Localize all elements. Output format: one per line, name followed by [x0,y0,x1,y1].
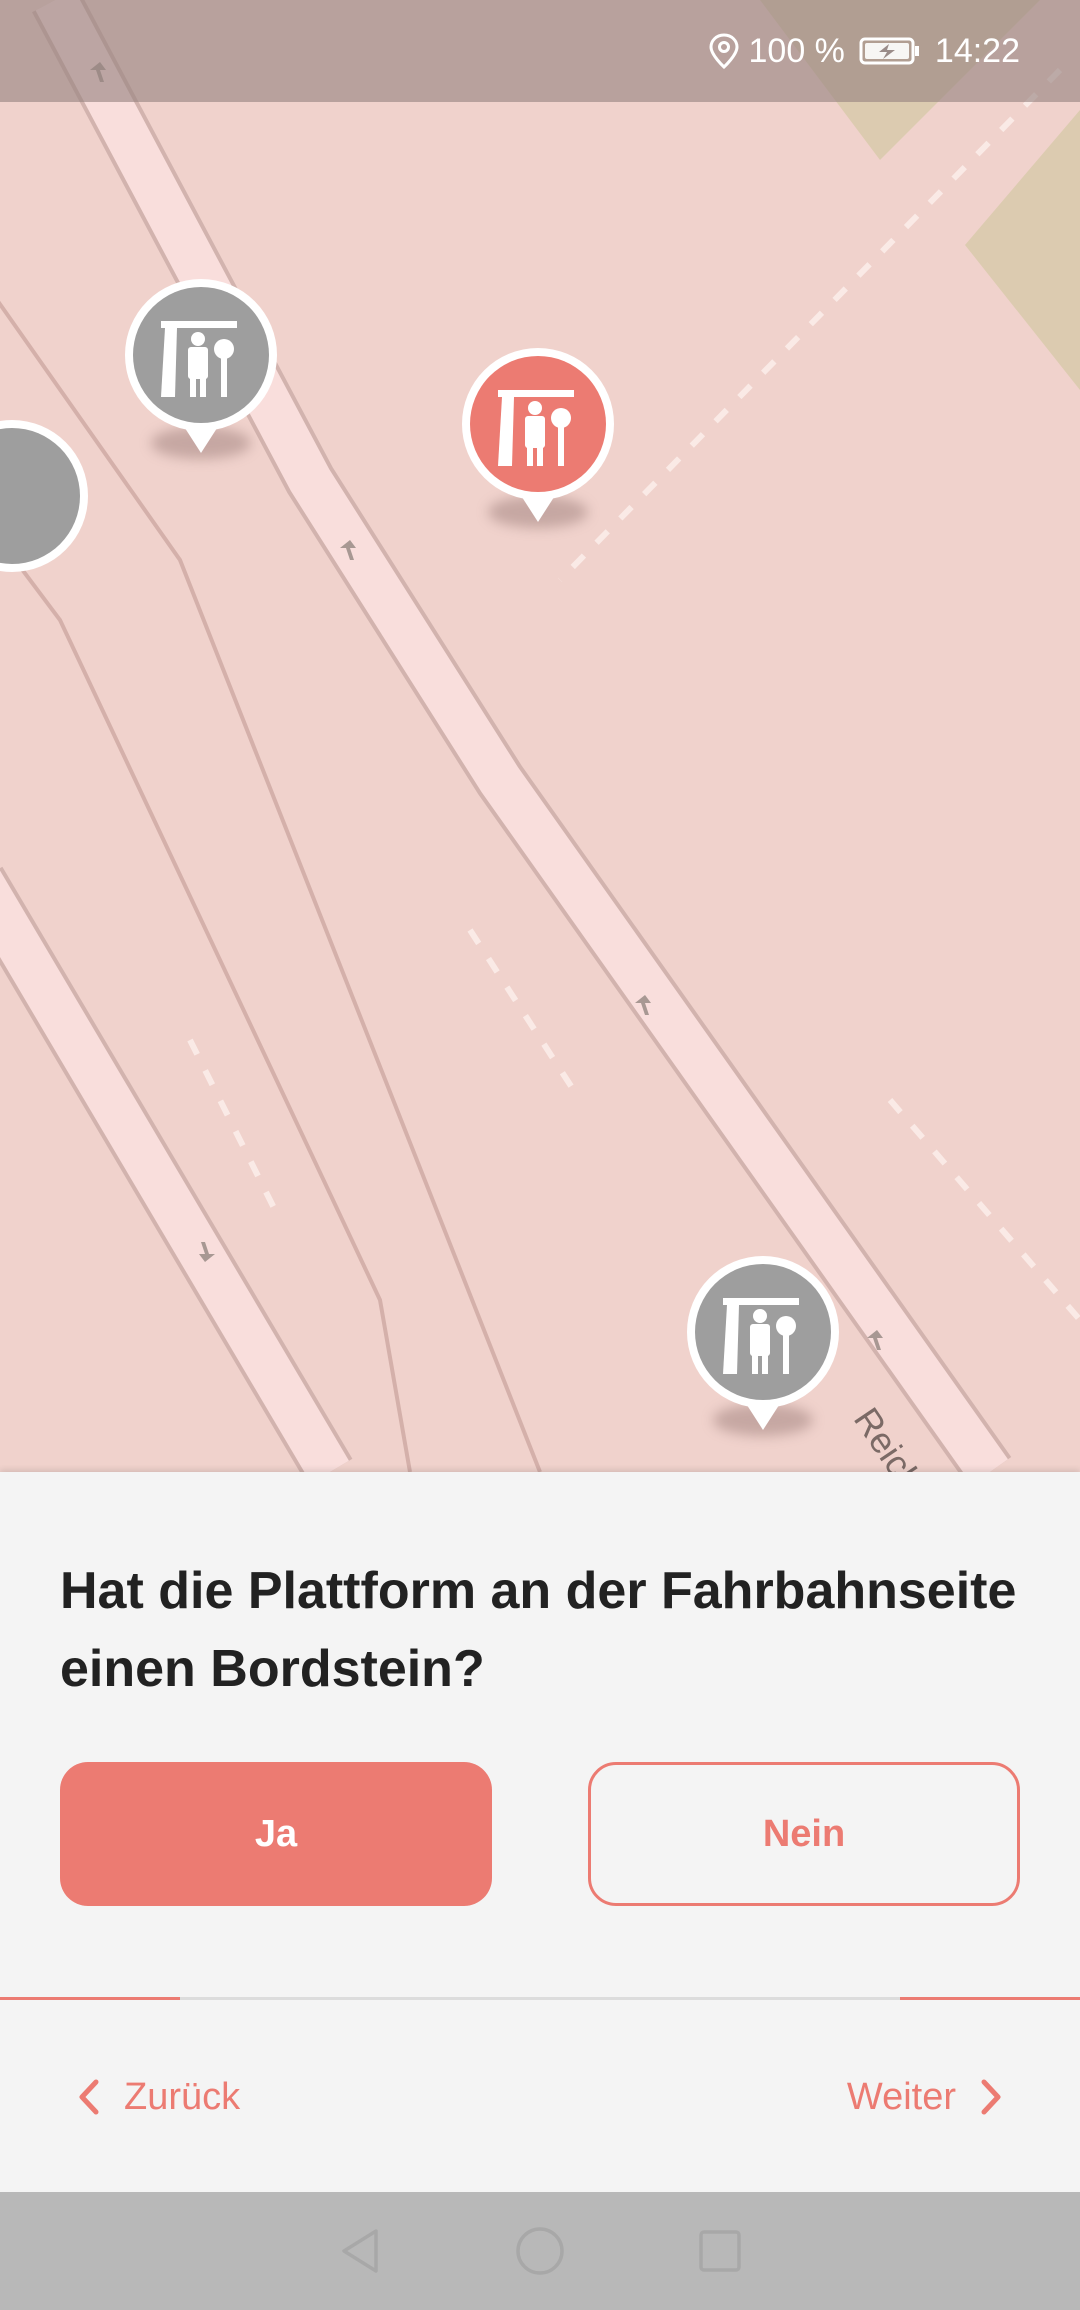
divider-accent-left [0,1997,180,2000]
progress-divider [0,1997,1080,2000]
quest-question: Hat die Plattform an der Fahrbahnseite e… [60,1562,1017,1698]
map-view[interactable]: Reiche [0,0,1080,1472]
bus-stop-marker[interactable] [683,1254,843,1454]
divider-accent-right [900,1997,1080,2000]
yes-button[interactable]: Ja [60,1762,492,1906]
no-button[interactable]: Nein [588,1762,1020,1906]
back-button[interactable]: Zurück [78,2067,240,2127]
chevron-right-icon [981,2079,1001,2115]
next-label: Weiter [846,2075,956,2118]
bus-stop-icon [0,420,88,572]
next-button[interactable]: Weiter [847,2067,1002,2127]
bus-stop-icon [125,279,277,453]
recents-square-icon[interactable] [690,2221,750,2281]
back-label: Zurück [124,2075,241,2118]
bus-stop-icon [687,1256,839,1430]
chevron-left-icon [79,2079,99,2115]
battery-percent: 100 % [748,31,845,70]
bus-stop-icon [462,348,614,522]
status-bar: 100 % 14:22 [0,0,1080,102]
map-roads-layer [0,0,1080,1472]
bus-stop-marker-partial[interactable] [0,418,92,618]
back-triangle-icon[interactable] [330,2221,390,2281]
home-circle-icon[interactable] [510,2221,570,2281]
battery-charging-icon [859,36,921,66]
system-navigation-bar [0,2192,1080,2310]
quest-bottom-sheet: Hat die Plattform an der Fahrbahnseite e… [0,1472,1080,2192]
bus-stop-marker[interactable] [121,277,281,477]
bus-stop-marker-selected[interactable] [458,346,618,546]
location-pin-icon [708,33,739,69]
clock: 14:22 [934,31,1020,70]
